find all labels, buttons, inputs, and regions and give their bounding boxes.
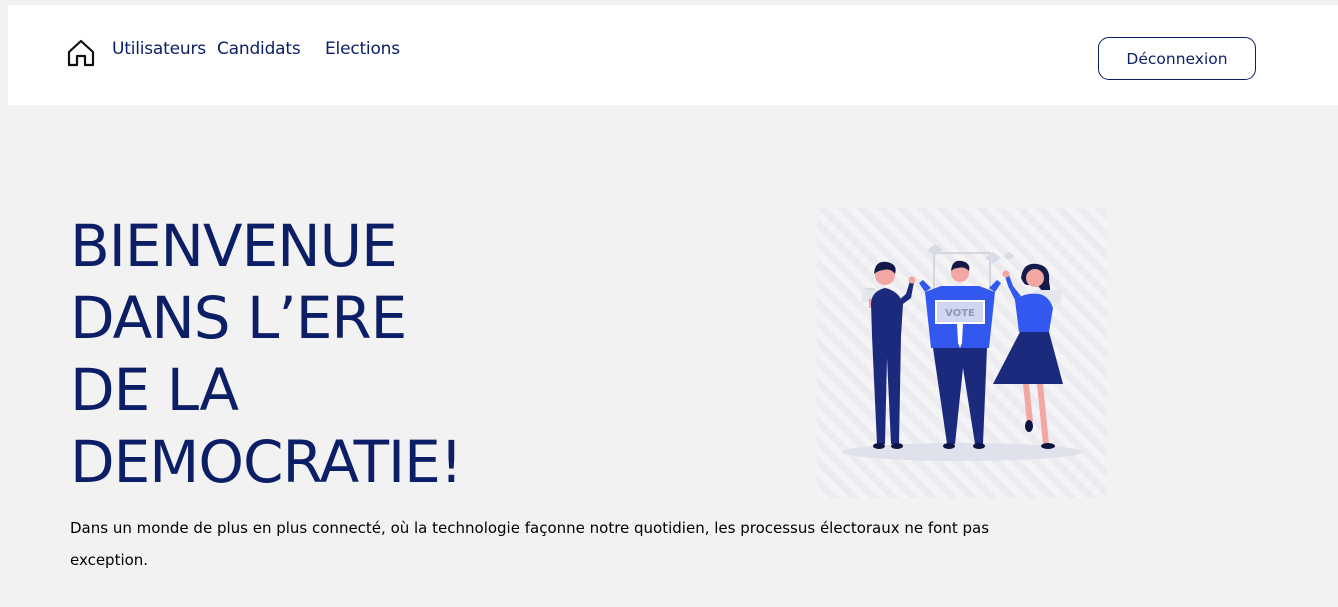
hero-title-line-4: DEMOCRATIE!	[70, 428, 463, 496]
top-navbar: Utilisateurs Candidats Elections Déconne…	[8, 5, 1338, 105]
nav-link-elections[interactable]: Elections	[325, 39, 400, 59]
nav-link-utilisateurs[interactable]: Utilisateurs	[112, 39, 206, 59]
vote-sign-text: VOTE	[945, 308, 975, 319]
hero-title-line-2: DANS L’ERE	[70, 284, 407, 352]
voting-people-illustration: VOTE	[817, 208, 1107, 498]
logout-button[interactable]: Déconnexion	[1098, 37, 1256, 80]
hero-title-line-3: DE LA	[70, 356, 239, 424]
hero-title-line-1: BIENVENUE	[70, 212, 398, 280]
home-icon[interactable]	[66, 38, 96, 68]
nav-link-candidats[interactable]: Candidats	[217, 39, 301, 59]
hero-description: Dans un monde de plus en plus connecté, …	[70, 519, 990, 569]
hero-title: BIENVENUE DANS L’ERE DE LA DEMOCRATIE!	[70, 210, 463, 498]
